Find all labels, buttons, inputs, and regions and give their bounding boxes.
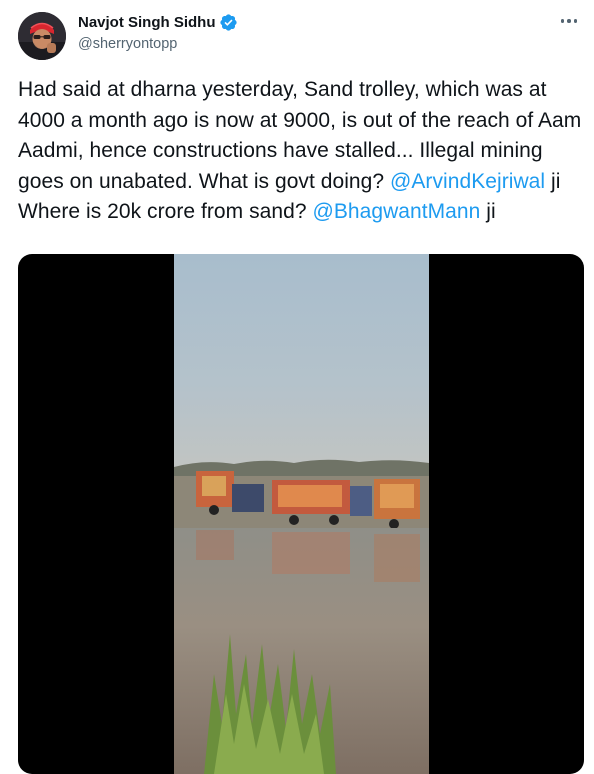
author-info: Navjot Singh Sidhu @sherryontopp xyxy=(78,12,238,52)
more-dot xyxy=(573,19,578,23)
tweet-text-segment: ji xyxy=(480,200,496,224)
more-dot xyxy=(560,19,565,23)
verified-badge-icon xyxy=(219,13,238,32)
author-handle[interactable]: @sherryontopp xyxy=(78,36,238,52)
author-avatar[interactable] xyxy=(18,12,66,60)
tweet-video[interactable] xyxy=(18,254,584,774)
author-display-name[interactable]: Navjot Singh Sidhu xyxy=(78,14,216,31)
more-options-icon[interactable] xyxy=(558,14,580,28)
avatar-photo-icon xyxy=(18,12,66,60)
mention-link-arvindkejriwal[interactable]: @ArvindKejriwal xyxy=(390,170,545,193)
tweet-text: Had said at dharna yesterday, Sand troll… xyxy=(18,75,584,228)
tweet-card: Navjot Singh Sidhu @sherryontopp Had sai… xyxy=(0,0,594,774)
video-thumbnail xyxy=(174,254,429,774)
more-dot xyxy=(567,19,571,23)
mention-link-bhagwantmann[interactable]: @BhagwantMann xyxy=(312,200,480,223)
